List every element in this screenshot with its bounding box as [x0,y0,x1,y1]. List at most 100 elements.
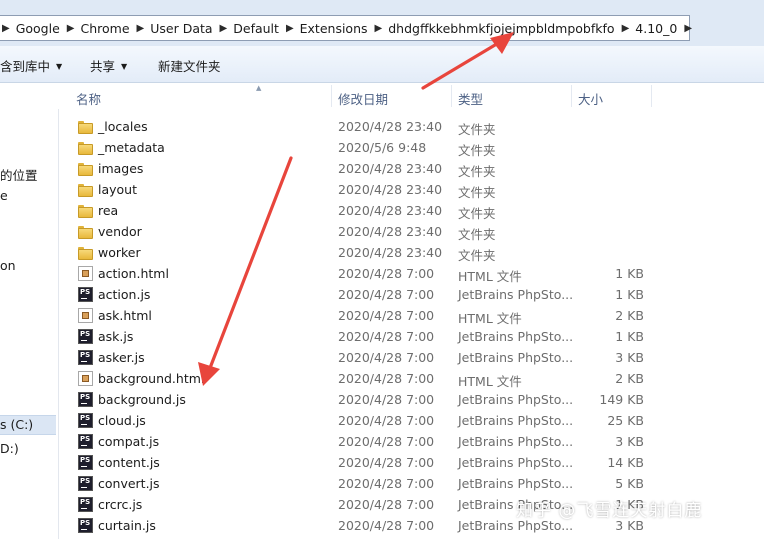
file-modified-date: 2020/5/6 9:48 [338,140,427,155]
sort-ascending-icon: ▲ [256,84,262,92]
file-modified-date: 2020/4/28 7:00 [338,434,435,449]
breadcrumb-item[interactable]: 4.10_0 [633,21,679,36]
breadcrumb-item[interactable]: Chrome [79,21,132,36]
chevron-right-icon[interactable]: ▶ [617,23,634,34]
file-row[interactable]: PS convert.js 2020/4/28 7:00 JetBrains PhpS… [58,474,764,495]
column-header-date[interactable]: 修改日期 [338,89,388,108]
file-row[interactable]: _locales 2020/4/28 23:40 文件夹 [58,117,764,138]
new-folder-button[interactable]: 新建文件夹 [158,56,221,75]
file-modified-date: 2020/4/28 7:00 [338,455,435,470]
column-divider[interactable] [331,85,332,107]
file-row[interactable]: PS compat.js 2020/4/28 7:00 JetBrains PhpSt… [58,432,764,453]
file-list: _locales 2020/4/28 23:40 文件夹 _metadata 2020/… [58,117,764,537]
chevron-right-icon[interactable]: ▶ [215,23,232,34]
file-modified-date: 2020/4/28 23:40 [338,203,443,218]
file-type: HTML 文件 [458,311,522,326]
column-divider[interactable] [651,85,652,107]
column-divider[interactable] [451,85,452,107]
file-row[interactable]: PS cloud.js 2020/4/28 7:00 JetBrains PhpSto… [58,411,764,432]
file-size: 5 KB [615,476,644,491]
phpstorm-js-icon: PS [78,497,93,512]
phpstorm-js-icon: PS [78,518,93,533]
file-name: action.html [98,266,169,281]
file-size: 25 KB [607,413,644,428]
file-row[interactable]: worker 2020/4/28 23:40 文件夹 [58,243,764,264]
file-row[interactable]: PS content.js 2020/4/28 7:00 JetBrains PhpS… [58,453,764,474]
file-row[interactable]: images 2020/4/28 23:40 文件夹 [58,159,764,180]
chevron-right-icon[interactable]: ▶ [132,23,149,34]
nav-item-e[interactable]: e [0,188,8,203]
file-type: JetBrains PhpSto... [458,455,574,470]
file-row[interactable]: PS action.js 2020/4/28 7:00 JetBrains PhpSt… [58,285,764,306]
column-divider[interactable] [571,85,572,107]
file-modified-date: 2020/4/28 23:40 [338,224,443,239]
breadcrumb-item[interactable]: dhdgffkkebhmkfjojejmpbldmpobfkfo [386,21,616,36]
folder-icon [78,226,93,239]
file-size: 1 KB [615,329,644,344]
file-name: vendor [98,224,142,239]
column-header-type[interactable]: 类型 [458,89,483,108]
chevron-right-icon[interactable]: ▶ [0,23,14,34]
add-to-library-button[interactable]: 含到库中 ▼ [0,56,62,75]
file-type: JetBrains PhpSto... [458,329,574,344]
file-size: 3 KB [615,350,644,365]
chevron-right-icon[interactable]: ▶ [370,23,387,34]
file-type: HTML 文件 [458,269,522,284]
file-size: 149 KB [599,392,644,407]
phpstorm-js-icon: PS [78,392,93,407]
nav-item-locations[interactable]: 的位置 [0,165,38,184]
folder-icon [78,163,93,176]
file-row[interactable]: vendor 2020/4/28 23:40 文件夹 [58,222,764,243]
file-name: compat.js [98,434,160,449]
file-modified-date: 2020/4/28 7:00 [338,392,435,407]
file-name: content.js [98,455,160,470]
breadcrumb[interactable]: ▶ Google ▶ Chrome ▶ User Data ▶ Default ▶ Extensi… [0,15,692,41]
chevron-down-icon: ▼ [56,62,63,71]
file-modified-date: 2020/4/28 7:00 [338,329,435,344]
column-header-size[interactable]: 大小 [578,89,603,108]
file-modified-date: 2020/4/28 7:00 [338,413,435,428]
html-file-icon [78,266,93,281]
file-modified-date: 2020/4/28 7:00 [338,308,435,323]
file-row[interactable]: rea 2020/4/28 23:40 文件夹 [58,201,764,222]
file-row[interactable]: layout 2020/4/28 23:40 文件夹 [58,180,764,201]
nav-item-drive-d[interactable]: D:) [0,441,19,456]
file-modified-date: 2020/4/28 23:40 [338,182,443,197]
file-modified-date: 2020/4/28 7:00 [338,476,435,491]
file-row[interactable]: action.html 2020/4/28 7:00 HTML 文件 1 KB [58,264,764,285]
nav-item-drive-c[interactable]: s (C:) [0,415,56,435]
file-type: JetBrains PhpSto... [458,434,574,449]
breadcrumb-item[interactable]: Default [231,21,281,36]
file-modified-date: 2020/4/28 23:40 [338,245,443,260]
breadcrumb-item[interactable]: Extensions [298,21,370,36]
file-type: 文件夹 [458,206,496,221]
chevron-right-icon[interactable]: ▶ [679,23,696,34]
folder-icon [78,247,93,260]
file-row[interactable]: PS background.js 2020/4/28 7:00 JetBrains P… [58,390,764,411]
folder-icon [78,184,93,197]
breadcrumb-item[interactable]: Google [14,21,62,36]
file-row[interactable]: background.html 2020/4/28 7:00 HTML 文件 2 KB [58,369,764,390]
nav-item-on[interactable]: on [0,258,16,273]
file-modified-date: 2020/4/28 7:00 [338,497,435,512]
html-file-icon [78,308,93,323]
phpstorm-js-icon: PS [78,329,93,344]
share-button[interactable]: 共享 ▼ [90,56,127,75]
file-row[interactable]: PS ask.js 2020/4/28 7:00 JetBrains PhpSto..… [58,327,764,348]
file-modified-date: 2020/4/28 7:00 [338,371,435,386]
column-header-name[interactable]: 名称 [76,89,101,108]
file-name: background.js [98,392,186,407]
file-name: background.html [98,371,205,386]
file-modified-date: 2020/4/28 23:40 [338,119,443,134]
chevron-right-icon[interactable]: ▶ [62,23,79,34]
breadcrumb-item[interactable]: User Data [148,21,214,36]
phpstorm-js-icon: PS [78,455,93,470]
file-row[interactable]: PS asker.js 2020/4/28 7:00 JetBrains PhpSto… [58,348,764,369]
file-name: layout [98,182,138,197]
file-type: HTML 文件 [458,374,522,389]
phpstorm-js-icon: PS [78,287,93,302]
chevron-right-icon[interactable]: ▶ [281,23,298,34]
file-row[interactable]: _metadata 2020/5/6 9:48 文件夹 [58,138,764,159]
file-type: 文件夹 [458,248,496,263]
file-row[interactable]: ask.html 2020/4/28 7:00 HTML 文件 2 KB [58,306,764,327]
